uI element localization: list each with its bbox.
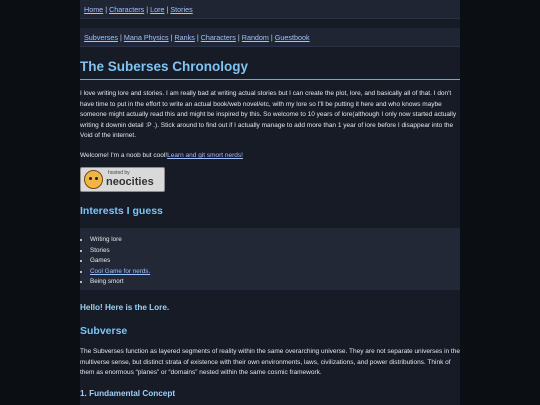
interests-heading: Interests I guess: [80, 205, 163, 217]
interest-item: Being smort: [90, 277, 150, 288]
interest-item: Writing lore: [90, 235, 150, 246]
interests-list: Writing lore Stories Games Cool Game for…: [80, 235, 150, 288]
page-title: The Suberses Chronology: [80, 59, 249, 74]
subnav-guestbook-link[interactable]: Guestbook: [275, 33, 310, 42]
top-nav-bar: Home | Characters | Lore | Stories: [80, 0, 460, 19]
interests-panel: Writing lore Stories Games Cool Game for…: [80, 228, 460, 290]
interest-item: Games: [90, 256, 150, 267]
fundamental-concept-heading: 1. Fundamental Concept: [80, 389, 176, 398]
intro-paragraph: I love writing lore and stories. I am re…: [80, 90, 457, 139]
subverse-heading: Subverse: [80, 325, 128, 337]
title-divider: [80, 79, 460, 80]
interest-item: Stories: [90, 246, 150, 257]
subnav-ranks-link[interactable]: Ranks: [174, 33, 194, 42]
cool-game-link[interactable]: Cool Game for nerds.: [90, 268, 150, 275]
subnav-random-link[interactable]: Random: [242, 33, 269, 42]
nav-lore-link[interactable]: Lore: [150, 5, 164, 14]
lore-subnav-bar: Subverses | Mana Physics | Ranks | Characters |…: [80, 28, 460, 47]
subverse-paragraph: The Subverses function as layered segmen…: [80, 348, 460, 376]
welcome-text: Welcome! I'm a noob but cool!: [80, 152, 168, 159]
subnav-subverses-link[interactable]: Subverses: [84, 33, 118, 42]
lore-intro-heading: Hello! Here is the Lore.: [80, 303, 170, 312]
nav-home-link[interactable]: Home: [84, 5, 103, 14]
subnav-mana-physics-link[interactable]: Mana Physics: [124, 33, 169, 42]
interest-item: Cool Game for nerds.: [90, 267, 150, 278]
nav-characters-link[interactable]: Characters: [109, 5, 144, 14]
hosted-by-neocities-badge[interactable]: hosted by neocities: [80, 167, 165, 192]
welcome-line: Welcome! I'm a noob but cool!Learn and g…: [80, 151, 243, 161]
badge-neocities-text: neocities: [106, 176, 154, 188]
learn-link[interactable]: Learn and git smort nerds!: [167, 152, 243, 159]
subnav-characters-link[interactable]: Characters: [201, 33, 236, 42]
content-column: Home | Characters | Lore | Stories Subverses | M…: [80, 0, 460, 405]
neocities-cat-icon: [84, 170, 103, 189]
nav-stories-link[interactable]: Stories: [170, 5, 192, 14]
